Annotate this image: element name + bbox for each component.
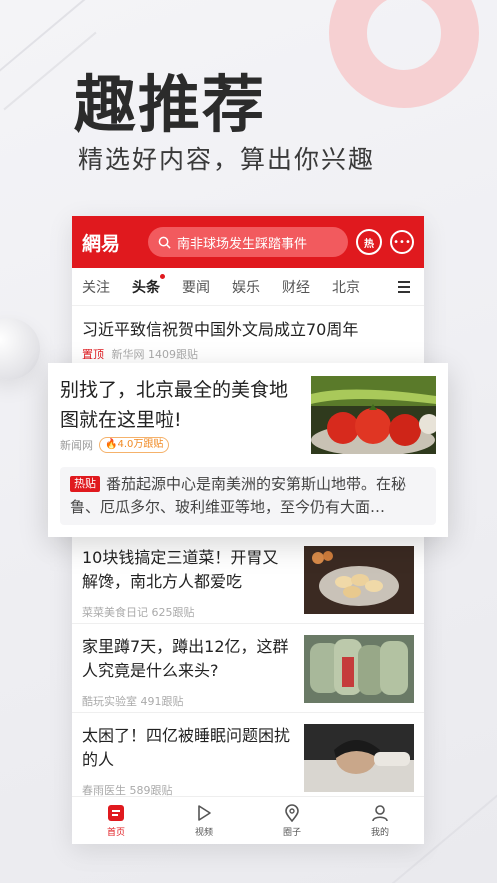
hot-button[interactable]: 热	[356, 229, 382, 255]
list-item[interactable]: 10块钱搞定三道菜！开胃又解馋，南北方人都爱吃 菜菜美食日记 625跟贴	[72, 536, 424, 624]
money-thumbnail	[304, 635, 414, 703]
nav-circle[interactable]: 圈子	[248, 797, 336, 844]
menu-icon[interactable]	[398, 278, 410, 296]
tab-label: 头条	[132, 279, 160, 296]
tab-headlines[interactable]: 头条	[132, 272, 166, 297]
comment-count: 1409跟贴	[148, 348, 198, 361]
location-icon	[285, 803, 299, 822]
article-source: 新闻网	[60, 439, 93, 452]
hero-title: 趣推荐	[74, 68, 267, 141]
tab-finance[interactable]: 财经	[282, 277, 310, 297]
article-source: 菜菜美食日记	[82, 606, 148, 619]
bottom-nav: 首页 视频 圈子 我的	[72, 796, 424, 844]
tomato-image	[311, 376, 436, 454]
nav-profile[interactable]: 我的	[336, 797, 424, 844]
hot-label: 热贴	[70, 476, 100, 492]
app-header: 網易 南非球场发生踩踏事件 热 •••	[72, 216, 424, 268]
nav-label: 首页	[106, 827, 125, 838]
tab-entertainment[interactable]: 娱乐	[232, 277, 260, 297]
tab-news[interactable]: 要闻	[182, 277, 210, 297]
chat-icon[interactable]: •••	[390, 230, 414, 254]
pinned-article[interactable]: 习近平致信祝贺中国外文局成立70周年 置顶 新华网 1409跟贴	[72, 306, 424, 362]
comment-count: 491跟贴	[140, 695, 184, 708]
article-title: 习近平致信祝贺中国外文局成立70周年	[82, 320, 359, 339]
nav-label: 视频	[194, 827, 213, 838]
nav-video[interactable]: 视频	[160, 797, 248, 844]
nav-label: 圈子	[282, 827, 301, 838]
article-title: 太困了！四亿被睡眠问题困扰的人	[82, 726, 291, 769]
dumpling-thumbnail	[304, 546, 414, 614]
article-source: 酷玩实验室	[82, 695, 137, 708]
notification-dot	[159, 272, 166, 280]
list-item[interactable]: 太困了！四亿被睡眠问题困扰的人 春雨医生 589跟贴	[72, 714, 424, 802]
article-title: 家里蹲7天，蹲出12亿，这群人究竟是什么来头?	[82, 637, 289, 680]
fire-icon: 🔥	[105, 439, 118, 450]
comment-count: 625跟贴	[151, 606, 195, 619]
pinned-tag: 置顶	[82, 348, 104, 361]
tab-beijing[interactable]: 北京	[332, 277, 360, 297]
play-icon	[198, 804, 211, 821]
list-item[interactable]: 家里蹲7天，蹲出12亿，这群人究竟是什么来头? 酷玩实验室 491跟贴	[72, 625, 424, 713]
search-bar[interactable]: 南非球场发生踩踏事件	[148, 227, 348, 257]
nav-home[interactable]: 首页	[72, 797, 160, 844]
article-source: 新华网	[111, 348, 145, 361]
user-icon	[372, 804, 388, 821]
decorative-ring	[329, 0, 479, 108]
search-text: 南非球场发生踩踏事件	[177, 236, 308, 252]
article-title: 10块钱搞定三道菜！开胃又解馋，南北方人都爱吃	[82, 548, 279, 591]
hot-comment-text: 番茄起源中心是南美洲的安第斯山地带。在秘鲁、厄瓜多尔、玻利维亚等地，至今仍有大面…	[70, 475, 407, 516]
article-meta: 酷玩实验室 491跟贴	[82, 693, 184, 709]
sleep-thumbnail	[304, 724, 414, 792]
hero-subtitle: 精选好内容，算出你兴趣	[78, 145, 376, 174]
article-meta: 菜菜美食日记 625跟贴	[82, 604, 195, 620]
search-icon	[158, 236, 171, 249]
tab-follow[interactable]: 关注	[82, 277, 110, 297]
article-title: 别找了，北京最全的美食地图就在这里啦!	[60, 379, 289, 431]
comment-badge: 🔥4.0万跟贴	[99, 437, 170, 453]
article-meta: 新闻网 🔥4.0万跟贴	[60, 437, 170, 453]
app-logo: 網易	[82, 232, 121, 255]
comment-count: 4.0万跟贴	[117, 439, 164, 450]
home-icon	[108, 804, 124, 821]
featured-article-card[interactable]: 别找了，北京最全的美食地图就在这里啦! 新闻网 🔥4.0万跟贴 热贴 番茄起源中心…	[48, 363, 448, 537]
nav-label: 我的	[370, 827, 389, 838]
decorative-ball	[0, 318, 40, 380]
article-meta: 置顶 新华网 1409跟贴	[82, 346, 414, 362]
channel-tabs: 关注 头条 要闻 娱乐 财经 北京	[72, 268, 424, 306]
hot-comment: 热贴 番茄起源中心是南美洲的安第斯山地带。在秘鲁、厄瓜多尔、玻利维亚等地，至今仍有…	[60, 467, 436, 525]
